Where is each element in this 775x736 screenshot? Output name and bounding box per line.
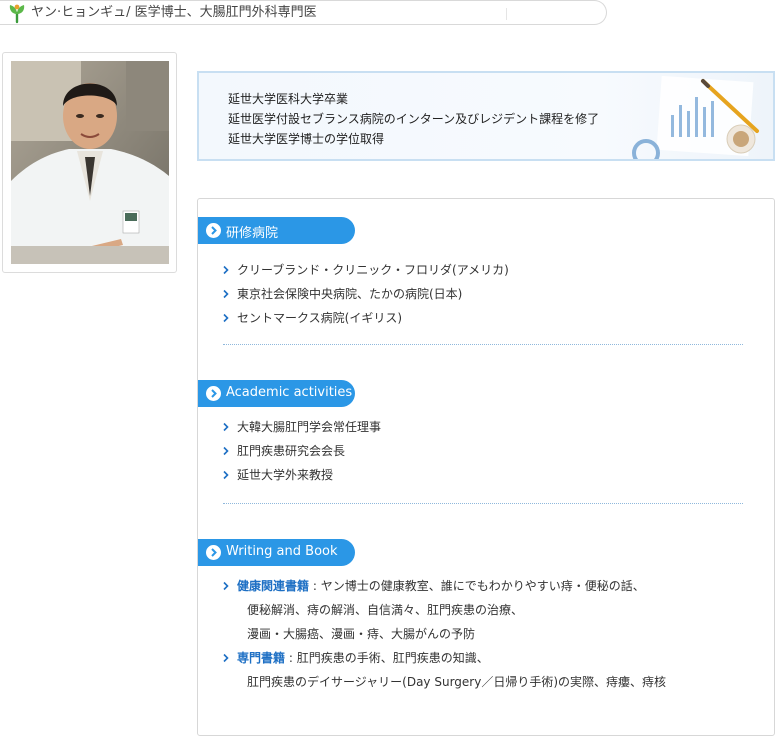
book-titles-continued: 便秘解消、痔の解消、自信満々、肛門疾患の治療、 bbox=[247, 603, 524, 617]
list-item: 東京社会保険中央病院、たかの病院(日本) bbox=[222, 282, 509, 306]
book-titles-continued: 漫画・大腸癌、漫画・痔、大腸がんの予防 bbox=[247, 627, 476, 641]
section-title: 研修病院 bbox=[226, 226, 279, 241]
hospital-leaf-logo-icon bbox=[9, 4, 25, 24]
page-header: ヤン·ヒョンギュ/ 医学博士、大腸肛門外科専門医 bbox=[0, 0, 607, 25]
chevron-right-icon bbox=[223, 313, 229, 323]
education-line: 延世大学医学博士の学位取得 bbox=[228, 132, 385, 146]
education-line: 延世大学医科大学卒業 bbox=[228, 92, 349, 106]
doctor-photo bbox=[11, 61, 169, 264]
list-item: クリーブランド・クリニック・フロリダ(アメリカ) bbox=[222, 258, 509, 282]
training-list: クリーブランド・クリニック・フロリダ(アメリカ) 東京社会保険中央病院、たかの病… bbox=[222, 258, 509, 330]
list-item-text: 大韓大腸肛門学会常任理事 bbox=[237, 420, 382, 434]
education-lines: 延世大学医科大学卒業 延世医学付設セブランス病院のインターン及びレジデント課程を… bbox=[228, 89, 599, 149]
academic-list: 大韓大腸肛門学会常任理事 肛門疾患研究会会長 延世大学外来教授 bbox=[222, 415, 381, 487]
chevron-right-icon bbox=[223, 470, 229, 480]
list-item: 延世大学外来教授 bbox=[222, 463, 381, 487]
list-item-text: 東京社会保険中央病院、たかの病院(日本) bbox=[237, 287, 463, 301]
list-item: セントマークス病院(イギリス) bbox=[222, 306, 509, 330]
profile-details: 研修病院 クリーブランド・クリニック・フロリダ(アメリカ) 東京社会保険中央病院… bbox=[197, 198, 775, 736]
list-item-text: セントマークス病院(イギリス) bbox=[237, 311, 403, 325]
education-line: 延世医学付設セブランス病院のインターン及びレジデント課程を修了 bbox=[228, 112, 600, 126]
chevron-right-icon bbox=[223, 265, 229, 275]
chevron-circle-icon bbox=[206, 386, 221, 401]
chevron-circle-icon bbox=[206, 545, 221, 560]
list-item-text: 延世大学外来教授 bbox=[237, 468, 334, 482]
list-item: 肛門疾患研究会会長 bbox=[222, 439, 381, 463]
charts-and-pen-decoration-icon bbox=[632, 75, 759, 159]
section-title: Writing and Book bbox=[226, 544, 338, 559]
book-entry: 健康関連書籍 : ヤン博士の健康教室、誰にでもわかりやすい痔・便秘の話、 bbox=[222, 574, 666, 598]
book-titles: : 肛門疾患の手術、肛門疾患の知識、 bbox=[285, 651, 489, 665]
book-titles: : ヤン博士の健康教室、誰にでもわかりやすい痔・便秘の話、 bbox=[309, 579, 645, 593]
book-category: 健康関連書籍 bbox=[237, 579, 310, 593]
section-heading-academic: Academic activities bbox=[198, 380, 355, 407]
chevron-right-icon bbox=[223, 289, 229, 299]
list-item: 大韓大腸肛門学会常任理事 bbox=[222, 415, 381, 439]
chevron-circle-icon bbox=[206, 223, 221, 238]
doctor-photo-frame bbox=[2, 52, 177, 273]
section-title: Academic activities bbox=[226, 385, 353, 400]
chevron-right-icon bbox=[223, 581, 229, 591]
list-item-text: 肛門疾患研究会会長 bbox=[237, 444, 346, 458]
header-divider bbox=[506, 8, 507, 20]
section-heading-writing: Writing and Book bbox=[198, 539, 355, 566]
chevron-right-icon bbox=[223, 653, 229, 663]
chevron-right-icon bbox=[223, 422, 229, 432]
book-titles-continued: 肛門疾患のデイサージャリー(Day Surgery／日帰り手術)の実際、痔瘻、痔… bbox=[247, 675, 667, 689]
book-entry: 専門書籍 : 肛門疾患の手術、肛門疾患の知識、 bbox=[222, 646, 666, 670]
dotted-divider bbox=[223, 344, 743, 345]
page-title: ヤン·ヒョンギュ/ 医学博士、大腸肛門外科専門医 bbox=[31, 5, 317, 20]
education-summary: 延世大学医科大学卒業 延世医学付設セブランス病院のインターン及びレジデント課程を… bbox=[197, 71, 775, 161]
chevron-right-icon bbox=[223, 446, 229, 456]
list-item-text: クリーブランド・クリニック・フロリダ(アメリカ) bbox=[237, 263, 509, 277]
book-category: 専門書籍 bbox=[237, 651, 286, 665]
dotted-divider bbox=[223, 503, 743, 504]
writing-list: 健康関連書籍 : ヤン博士の健康教室、誰にでもわかりやすい痔・便秘の話、 便秘解… bbox=[222, 574, 666, 694]
section-heading-training: 研修病院 bbox=[198, 217, 355, 244]
